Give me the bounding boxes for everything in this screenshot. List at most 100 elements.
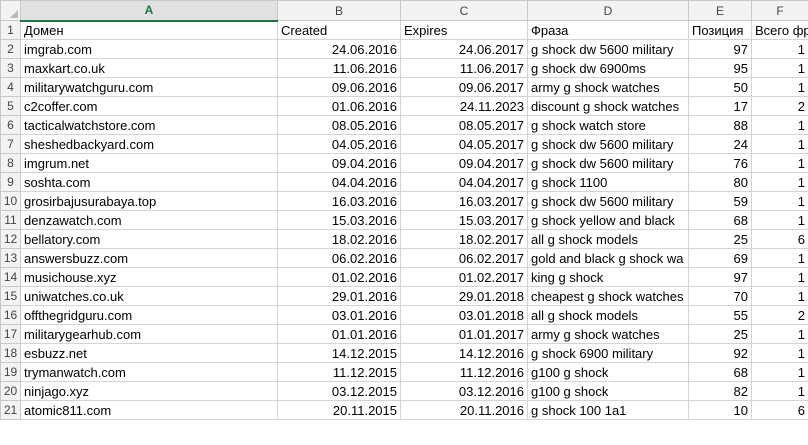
cell-phrase[interactable]: g shock 6900 military: [527, 343, 689, 363]
cell-created[interactable]: 01.02.2016: [277, 267, 401, 287]
cell-expires[interactable]: 11.06.2017: [400, 58, 528, 78]
cell-created[interactable]: 04.04.2016: [277, 172, 401, 192]
cell-phrase[interactable]: g shock watch store: [527, 115, 689, 135]
row-number[interactable]: 20: [0, 381, 21, 401]
cell-phrase[interactable]: army g shock watches: [527, 77, 689, 97]
cell-position[interactable]: 95: [688, 58, 752, 78]
cell-total-phrases[interactable]: 1: [751, 58, 808, 78]
cell-domain[interactable]: imgrab.com: [20, 39, 278, 59]
cell-position[interactable]: 24: [688, 134, 752, 154]
cell-expires[interactable]: 24.11.2023: [400, 96, 528, 116]
cell-expires[interactable]: 14.12.2016: [400, 343, 528, 363]
cell-expires[interactable]: 03.01.2018: [400, 305, 528, 325]
cell-phrase[interactable]: g shock 100 1a1: [527, 400, 689, 420]
row-number[interactable]: 11: [0, 210, 21, 230]
cell-header-domain[interactable]: Домен: [20, 20, 278, 40]
cell-position[interactable]: 17: [688, 96, 752, 116]
cell-position[interactable]: 88: [688, 115, 752, 135]
cell-phrase[interactable]: g shock dw 5600 military: [527, 134, 689, 154]
cell-phrase[interactable]: g shock dw 5600 military: [527, 191, 689, 211]
cell-header-expires[interactable]: Expires: [400, 20, 528, 40]
cell-position[interactable]: 25: [688, 229, 752, 249]
cell-total-phrases[interactable]: 1: [751, 362, 808, 382]
cell-phrase[interactable]: g100 g shock: [527, 362, 689, 382]
cell-domain[interactable]: soshta.com: [20, 172, 278, 192]
cell-domain[interactable]: tacticalwatchstore.com: [20, 115, 278, 135]
cell-position[interactable]: 68: [688, 210, 752, 230]
cell-total-phrases[interactable]: 1: [751, 153, 808, 173]
cell-total-phrases[interactable]: 1: [751, 381, 808, 401]
cell-position[interactable]: 25: [688, 324, 752, 344]
cell-position[interactable]: 80: [688, 172, 752, 192]
cell-expires[interactable]: 09.06.2017: [400, 77, 528, 97]
cell-total-phrases[interactable]: 1: [751, 115, 808, 135]
cell-created[interactable]: 01.06.2016: [277, 96, 401, 116]
cell-expires[interactable]: 11.12.2016: [400, 362, 528, 382]
cell-domain[interactable]: musichouse.xyz: [20, 267, 278, 287]
cell-created[interactable]: 11.06.2016: [277, 58, 401, 78]
cell-phrase[interactable]: all g shock models: [527, 229, 689, 249]
row-number[interactable]: 14: [0, 267, 21, 287]
cell-domain[interactable]: denzawatch.com: [20, 210, 278, 230]
cell-domain[interactable]: answersbuzz.com: [20, 248, 278, 268]
cell-position[interactable]: 69: [688, 248, 752, 268]
cell-created[interactable]: 16.03.2016: [277, 191, 401, 211]
cell-expires[interactable]: 29.01.2018: [400, 286, 528, 306]
column-header-e[interactable]: E: [688, 0, 752, 21]
cell-domain[interactable]: sheshedbackyard.com: [20, 134, 278, 154]
cell-created[interactable]: 29.01.2016: [277, 286, 401, 306]
cell-expires[interactable]: 09.04.2017: [400, 153, 528, 173]
cell-expires[interactable]: 16.03.2017: [400, 191, 528, 211]
row-number[interactable]: 13: [0, 248, 21, 268]
cell-expires[interactable]: 20.11.2016: [400, 400, 528, 420]
row-number[interactable]: 8: [0, 153, 21, 173]
cell-created[interactable]: 09.06.2016: [277, 77, 401, 97]
row-number[interactable]: 10: [0, 191, 21, 211]
cell-domain[interactable]: trymanwatch.com: [20, 362, 278, 382]
row-number[interactable]: 2: [0, 39, 21, 59]
column-header-c[interactable]: C: [400, 0, 528, 21]
cell-phrase[interactable]: king g shock: [527, 267, 689, 287]
cell-expires[interactable]: 08.05.2017: [400, 115, 528, 135]
cell-domain[interactable]: militarygearhub.com: [20, 324, 278, 344]
cell-position[interactable]: 97: [688, 267, 752, 287]
cell-domain[interactable]: grosirbajusurabaya.top: [20, 191, 278, 211]
cell-phrase[interactable]: army g shock watches: [527, 324, 689, 344]
cell-created[interactable]: 18.02.2016: [277, 229, 401, 249]
cell-total-phrases[interactable]: 6: [751, 229, 808, 249]
cell-position[interactable]: 76: [688, 153, 752, 173]
cell-phrase[interactable]: g shock dw 5600 military: [527, 153, 689, 173]
cell-expires[interactable]: 18.02.2017: [400, 229, 528, 249]
cell-total-phrases[interactable]: 1: [751, 286, 808, 306]
cell-domain[interactable]: imgrum.net: [20, 153, 278, 173]
cell-header-position[interactable]: Позиция: [688, 20, 752, 40]
row-number[interactable]: 21: [0, 400, 21, 420]
row-number[interactable]: 1: [0, 20, 21, 40]
cell-position[interactable]: 68: [688, 362, 752, 382]
cell-expires[interactable]: 15.03.2017: [400, 210, 528, 230]
row-number[interactable]: 16: [0, 305, 21, 325]
cell-phrase[interactable]: cheapest g shock watches: [527, 286, 689, 306]
cell-total-phrases[interactable]: 1: [751, 267, 808, 287]
row-number[interactable]: 17: [0, 324, 21, 344]
cell-total-phrases[interactable]: 2: [751, 305, 808, 325]
row-number[interactable]: 4: [0, 77, 21, 97]
cell-created[interactable]: 06.02.2016: [277, 248, 401, 268]
cell-domain[interactable]: maxkart.co.uk: [20, 58, 278, 78]
cell-header-total-phrases[interactable]: Всего фраз: [751, 20, 808, 40]
cell-phrase[interactable]: discount g shock watches: [527, 96, 689, 116]
cell-position[interactable]: 92: [688, 343, 752, 363]
row-number[interactable]: 7: [0, 134, 21, 154]
cell-total-phrases[interactable]: 1: [751, 172, 808, 192]
cell-expires[interactable]: 04.04.2017: [400, 172, 528, 192]
cell-total-phrases[interactable]: 1: [751, 248, 808, 268]
cell-phrase[interactable]: all g shock models: [527, 305, 689, 325]
cell-domain[interactable]: uniwatches.co.uk: [20, 286, 278, 306]
cell-position[interactable]: 59: [688, 191, 752, 211]
cell-header-created[interactable]: Created: [277, 20, 401, 40]
cell-total-phrases[interactable]: 1: [751, 324, 808, 344]
cell-created[interactable]: 08.05.2016: [277, 115, 401, 135]
column-header-d[interactable]: D: [527, 0, 689, 21]
cell-phrase[interactable]: g100 g shock: [527, 381, 689, 401]
cell-created[interactable]: 15.03.2016: [277, 210, 401, 230]
